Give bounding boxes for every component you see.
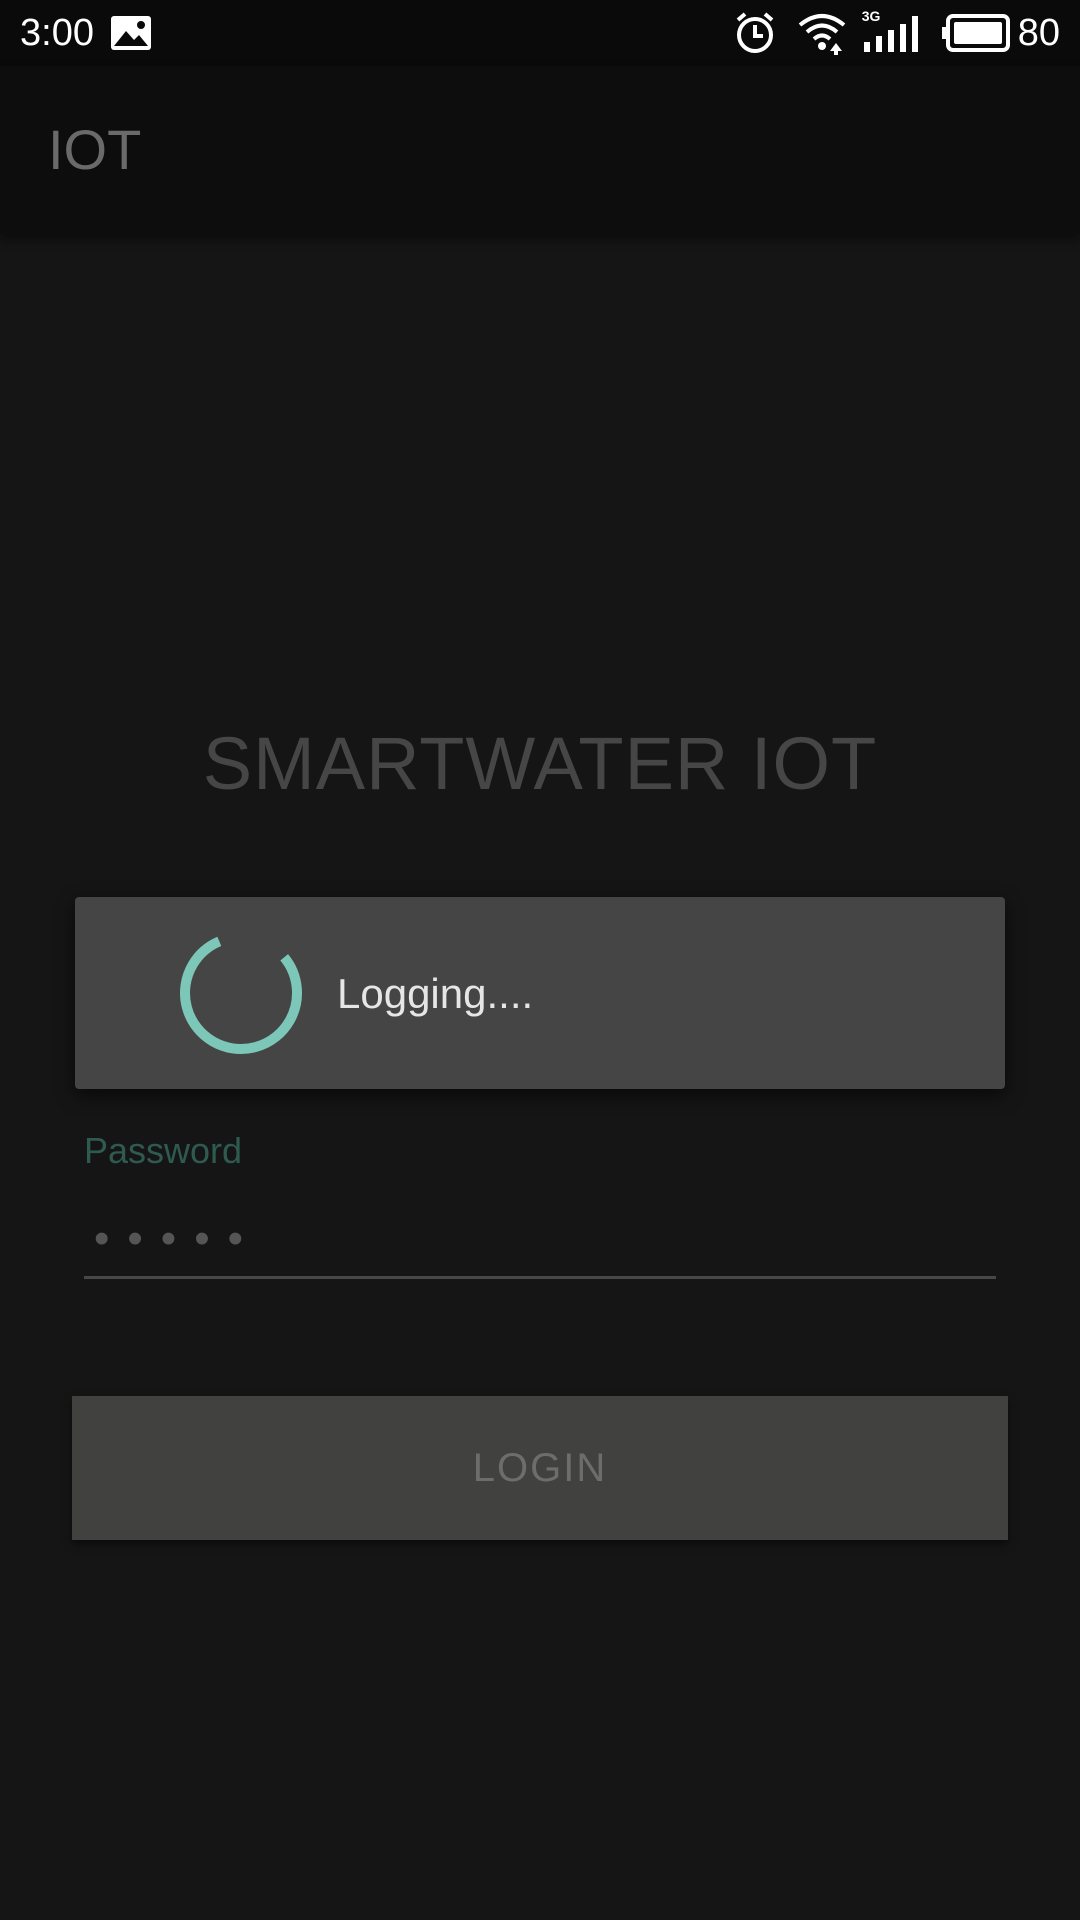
status-bar: 3:00 3G 80 xyxy=(0,0,1080,66)
dialog-message: Logging.... xyxy=(337,970,534,1017)
battery-level: 80 xyxy=(1017,12,1060,54)
status-icons: 3G 80 xyxy=(732,8,1060,56)
progress-dialog: Logging.... xyxy=(75,897,1005,1089)
signal-icon: 3G xyxy=(862,8,920,54)
screen: 3:00 3G 80 IOT SMARTWATER IOT Password •… xyxy=(0,0,1080,1920)
battery-icon xyxy=(941,14,1010,52)
app-title: IOT xyxy=(48,118,142,181)
login-button[interactable]: LOGIN xyxy=(72,1396,1008,1540)
gallery-icon xyxy=(111,16,151,50)
alarm-icon xyxy=(736,12,774,53)
wifi-icon xyxy=(798,14,845,55)
app-bar: IOT xyxy=(0,66,1080,234)
password-label: Password xyxy=(84,1130,243,1171)
spinner-icon xyxy=(180,932,302,1054)
brand-title: SMARTWATER IOT xyxy=(202,722,878,805)
status-time: 3:00 xyxy=(20,12,94,54)
password-value: ••••• xyxy=(94,1214,262,1263)
password-input[interactable]: ••••• xyxy=(84,1196,996,1279)
